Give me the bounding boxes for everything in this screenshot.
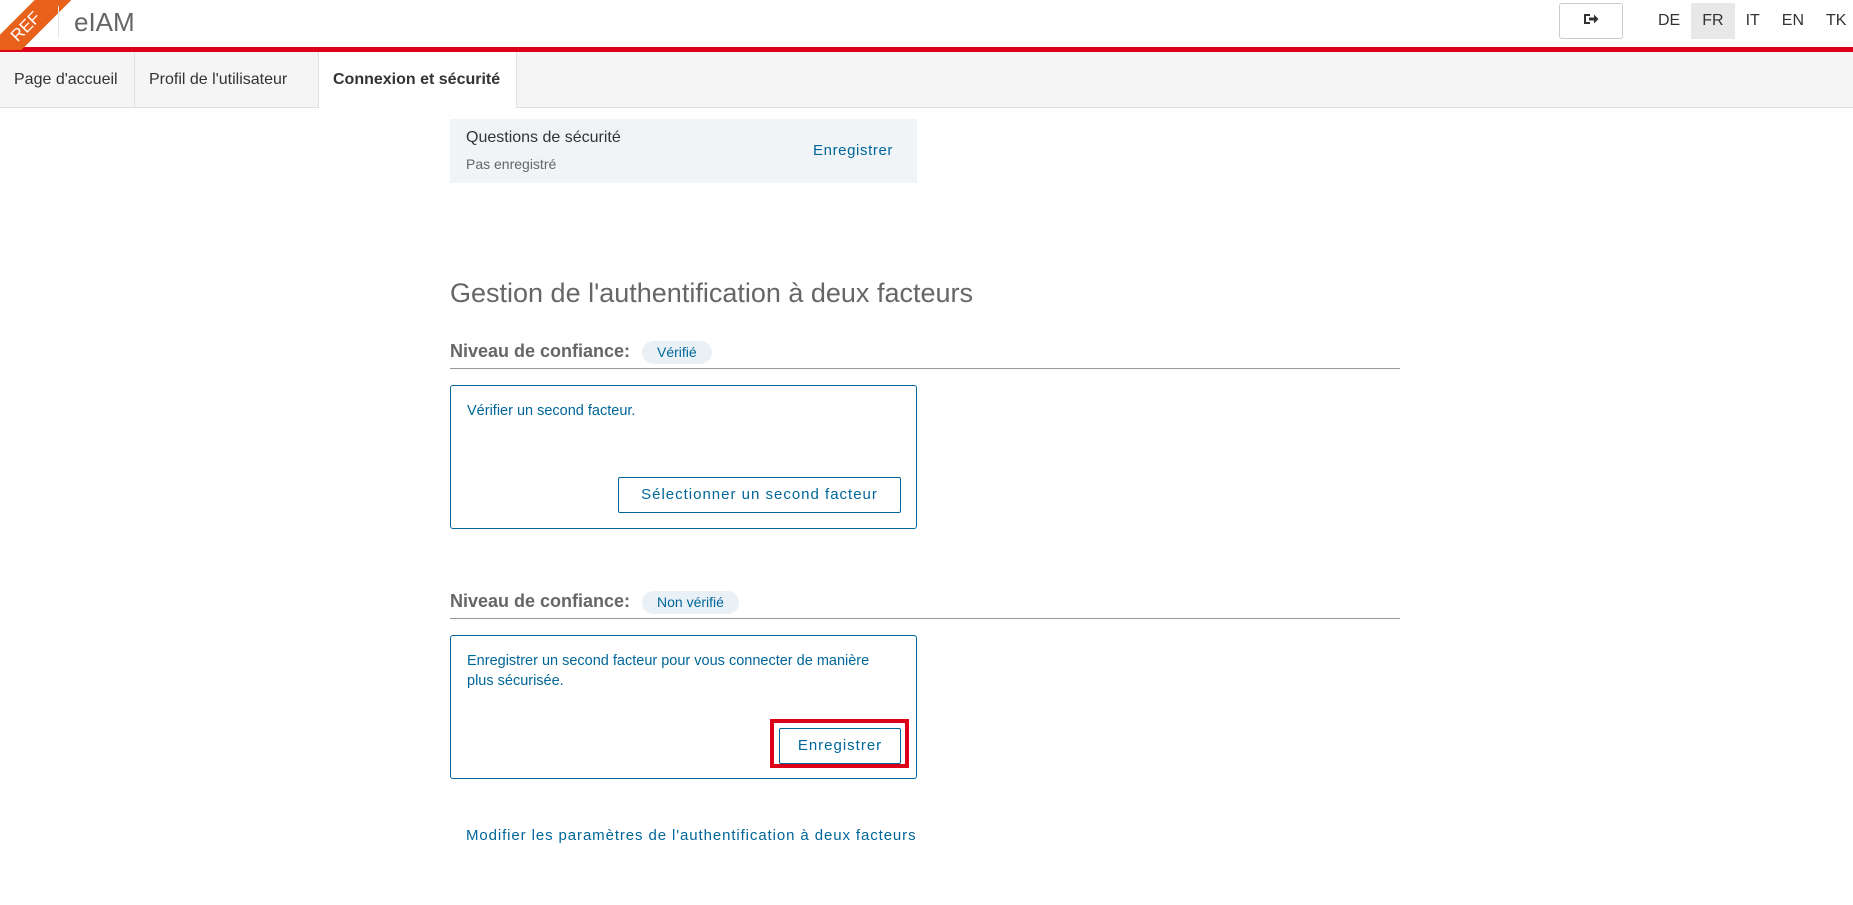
tab-login-security[interactable]: Connexion et sécurité bbox=[319, 52, 517, 108]
top-header: REF eIAM DE FR IT EN TK bbox=[0, 0, 1853, 52]
register-second-factor-text: Enregistrer un second facteur pour vous … bbox=[467, 653, 870, 689]
language-switcher: DE FR IT EN TK bbox=[1647, 3, 1853, 39]
verify-second-factor-text: Vérifier un second facteur. bbox=[467, 403, 636, 419]
two-factor-section-title: Gestion de l'authentification à deux fac… bbox=[450, 278, 973, 308]
logout-button[interactable] bbox=[1559, 3, 1623, 39]
security-questions-card: Questions de sécurité Pas enregistré Enr… bbox=[450, 119, 917, 183]
language-fr[interactable]: FR bbox=[1691, 3, 1735, 39]
tab-user-profile[interactable]: Profil de l'utilisateur bbox=[135, 52, 319, 107]
trust-level-label: Niveau de confiance: bbox=[450, 341, 631, 361]
environment-badge: REF bbox=[0, 0, 78, 50]
register-second-factor-card: Enregistrer un second facteur pour vous … bbox=[450, 635, 917, 779]
trust-level-label: Niveau de confiance: bbox=[450, 591, 631, 611]
trust-level-badge-verified: Vérifié bbox=[642, 341, 712, 364]
verify-second-factor-card: Vérifier un second facteur. Sélectionner… bbox=[450, 385, 917, 529]
app-title[interactable]: eIAM bbox=[74, 7, 135, 38]
language-de[interactable]: DE bbox=[1647, 3, 1691, 39]
main-tabs: Page d'accueil Profil de l'utilisateur C… bbox=[0, 52, 1853, 108]
language-en[interactable]: EN bbox=[1771, 3, 1815, 39]
language-it[interactable]: IT bbox=[1735, 3, 1771, 39]
environment-ribbon: REF bbox=[0, 0, 80, 50]
security-questions-status: Pas enregistré bbox=[466, 156, 557, 172]
select-second-factor-button[interactable]: Sélectionner un second facteur bbox=[618, 477, 901, 513]
logout-icon bbox=[1583, 12, 1599, 31]
trust-level-unverified-row: Niveau de confiance: Non vérifié bbox=[450, 586, 1400, 619]
tab-home[interactable]: Page d'accueil bbox=[0, 52, 135, 107]
two-factor-settings-link[interactable]: Modifier les paramètres de l'authentific… bbox=[466, 827, 916, 844]
logo-divider bbox=[58, 6, 59, 38]
trust-level-badge-unverified: Non vérifié bbox=[642, 591, 739, 614]
security-questions-register-link[interactable]: Enregistrer bbox=[813, 142, 893, 159]
language-tk[interactable]: TK bbox=[1815, 3, 1853, 39]
register-second-factor-button[interactable]: Enregistrer bbox=[779, 728, 901, 764]
security-questions-title: Questions de sécurité bbox=[466, 129, 621, 146]
trust-level-verified-row: Niveau de confiance: Vérifié bbox=[450, 336, 1400, 369]
